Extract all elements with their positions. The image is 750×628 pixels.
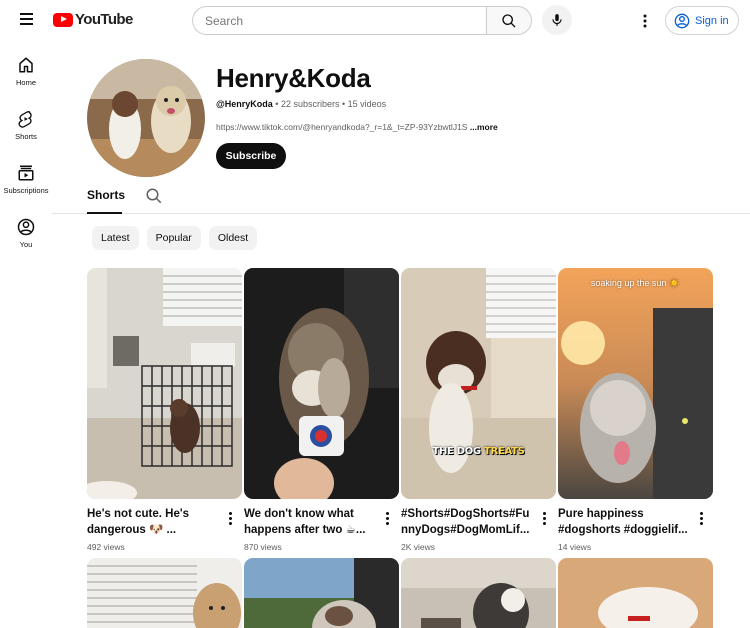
chip-oldest[interactable]: Oldest — [208, 226, 258, 250]
short-views: 14 views — [558, 542, 592, 552]
short-card[interactable]: soaking up the sun ☀️ Pure happiness #do… — [558, 268, 713, 558]
channel-description[interactable]: https://www.tiktok.com/@henryandkoda?_r=… — [216, 122, 498, 132]
short-menu-button[interactable] — [227, 512, 233, 526]
sidebar-item-label: You — [19, 240, 33, 249]
youtube-play-icon — [53, 12, 73, 27]
menu-icon[interactable] — [14, 10, 38, 32]
short-views: 870 views — [244, 542, 282, 552]
more-link[interactable]: ...more — [470, 122, 498, 132]
sort-chips: Latest Popular Oldest — [92, 226, 258, 250]
short-title[interactable]: We don't know what happens after two ☕..… — [244, 506, 379, 538]
short-title[interactable]: #Shorts#DogShorts#FunnyDogs#DogMomLif... — [401, 506, 536, 538]
subscribe-button[interactable]: Subscribe — [216, 143, 286, 169]
sidebar-item-subscriptions[interactable]: Subscriptions — [0, 154, 52, 208]
sidebar-item-you[interactable]: You — [0, 208, 52, 262]
top-bar: YouTube Sign in — [0, 0, 750, 42]
caption-highlight: TREATS — [484, 446, 525, 457]
you-icon — [17, 218, 35, 236]
sign-in-label: Sign in — [695, 14, 729, 27]
short-thumbnail[interactable] — [87, 268, 242, 499]
short-views: 2K views — [401, 542, 436, 552]
short-thumbnail[interactable] — [558, 558, 713, 628]
channel-avatar — [87, 59, 205, 177]
short-views: 492 views — [87, 542, 125, 552]
channel-tabs: Shorts — [52, 182, 750, 214]
short-thumbnail[interactable] — [401, 558, 556, 628]
tab-shorts[interactable]: Shorts — [87, 188, 125, 202]
short-menu-button[interactable] — [384, 512, 390, 526]
video-count: 15 videos — [347, 99, 387, 109]
sidebar-item-label: Subscriptions — [3, 186, 49, 195]
home-icon — [19, 57, 33, 73]
short-card[interactable]: He's not cute. He's dangerous 🐶 ... 492 … — [87, 268, 242, 558]
youtube-logo[interactable]: YouTube — [53, 11, 133, 28]
channel-name: Henry&Koda — [216, 63, 371, 93]
chip-popular[interactable]: Popular — [146, 226, 201, 250]
account-circle-icon — [674, 13, 690, 28]
channel-handle: @HenryKoda — [216, 99, 273, 109]
short-thumbnail[interactable] — [244, 558, 399, 628]
shorts-icon — [18, 111, 32, 128]
subscriber-count: 22 subscribers — [280, 99, 340, 109]
short-menu-button[interactable] — [698, 512, 704, 526]
short-title[interactable]: He's not cute. He's dangerous 🐶 ... — [87, 506, 222, 538]
sign-in-button[interactable]: Sign in — [665, 6, 739, 35]
short-card[interactable]: THE DOG TREATS #Shorts#DogShorts#FunnyDo… — [401, 268, 556, 558]
meta-separator: • — [272, 99, 281, 109]
channel-link: https://www.tiktok.com/@henryandkoda?_r=… — [216, 122, 468, 132]
active-tab-indicator — [87, 212, 122, 214]
sidebar-item-label: Home — [15, 78, 36, 87]
search-button[interactable] — [486, 6, 532, 35]
thumbnail-caption: soaking up the sun ☀️ — [590, 278, 681, 288]
microphone-icon — [552, 14, 562, 26]
logo-text: YouTube — [75, 11, 133, 28]
channel-search-button[interactable] — [145, 187, 163, 210]
short-title[interactable]: Pure happiness #dogshorts #doggielif... — [558, 506, 693, 538]
search-icon — [146, 188, 162, 204]
short-menu-button[interactable] — [541, 512, 547, 526]
short-thumbnail[interactable]: THE DOG TREATS — [401, 268, 556, 499]
voice-search-button[interactable] — [542, 5, 572, 35]
thumbnail-caption: THE DOG TREATS — [401, 446, 556, 457]
search-input[interactable] — [192, 6, 486, 35]
search-icon — [502, 13, 516, 27]
search-bar — [192, 6, 532, 35]
sidebar-item-home[interactable]: Home — [0, 46, 52, 100]
meta-separator: • — [339, 99, 348, 109]
chip-latest[interactable]: Latest — [92, 226, 139, 250]
short-thumbnail[interactable] — [87, 558, 242, 628]
short-thumbnail[interactable] — [244, 268, 399, 499]
short-card[interactable]: We don't know what happens after two ☕..… — [244, 268, 399, 558]
sidebar: Home Shorts Subscriptions You — [0, 46, 52, 262]
subscriptions-icon — [18, 165, 34, 181]
sidebar-item-shorts[interactable]: Shorts — [0, 100, 52, 154]
caption-text: THE DOG — [432, 446, 481, 457]
channel-meta: @HenryKoda • 22 subscribers • 15 videos — [216, 99, 386, 109]
sidebar-item-label: Shorts — [15, 132, 37, 141]
more-vert-icon — [643, 14, 647, 28]
short-thumbnail[interactable]: soaking up the sun ☀️ — [558, 268, 713, 499]
settings-more-button[interactable] — [633, 9, 657, 33]
